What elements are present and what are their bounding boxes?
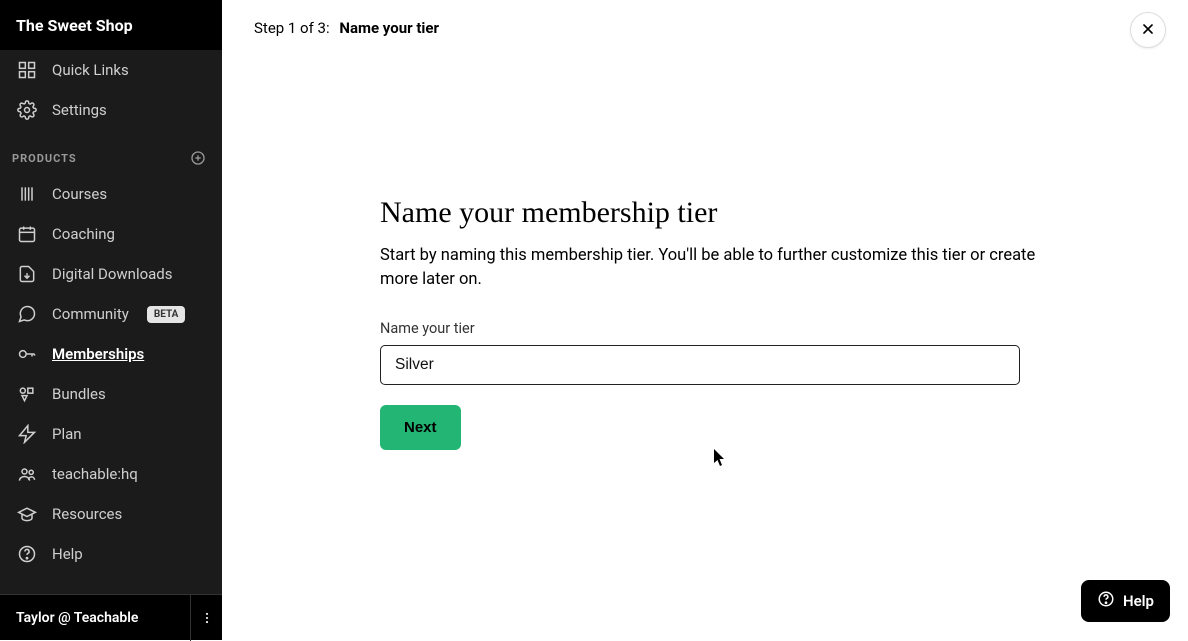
- close-icon: [1140, 21, 1156, 40]
- graduation-icon: [16, 503, 38, 525]
- sidebar-item-courses[interactable]: Courses: [0, 174, 222, 214]
- page-description: Start by naming this membership tier. Yo…: [380, 244, 1040, 292]
- sidebar-item-label: Bundles: [52, 385, 106, 403]
- cursor-icon: [713, 449, 727, 467]
- sidebar-item-label: Quick Links: [52, 61, 129, 79]
- sidebar-item-settings[interactable]: Settings: [0, 90, 222, 130]
- gear-icon: [16, 99, 38, 121]
- download-file-icon: [16, 263, 38, 285]
- field-label: Name your tier: [380, 320, 1042, 337]
- sidebar-item-help[interactable]: Help: [0, 534, 222, 574]
- sidebar-item-label: teachable:hq: [52, 465, 138, 483]
- sidebar-item-community[interactable]: Community BETA: [0, 294, 222, 334]
- footer-menu-button[interactable]: [190, 595, 222, 641]
- sidebar-item-digital-downloads[interactable]: Digital Downloads: [0, 254, 222, 294]
- sidebar-top-list: Quick Links Settings: [0, 50, 222, 130]
- step-counter: Step 1 of 3:: [254, 19, 330, 37]
- people-icon: [16, 463, 38, 485]
- next-button[interactable]: Next: [380, 405, 461, 450]
- sidebar-item-teachable-hq[interactable]: teachable:hq: [0, 454, 222, 494]
- close-button[interactable]: [1130, 12, 1166, 48]
- sidebar-item-quick-links[interactable]: Quick Links: [0, 50, 222, 90]
- grid-icon: [16, 59, 38, 81]
- help-label: Help: [1123, 592, 1154, 610]
- sidebar-item-label: Courses: [52, 185, 107, 203]
- lines-icon: [16, 183, 38, 205]
- sidebar-section-products: PRODUCTS: [0, 130, 222, 174]
- sidebar-item-label: Memberships: [52, 345, 144, 363]
- help-widget[interactable]: Help: [1081, 580, 1170, 622]
- bolt-icon: [16, 423, 38, 445]
- key-icon: [16, 343, 38, 365]
- sidebar-item-resources[interactable]: Resources: [0, 494, 222, 534]
- sidebar-products-list: Courses Coaching Digital Downloads: [0, 174, 222, 574]
- step-indicator: Step 1 of 3: Name your tier: [254, 19, 439, 37]
- calendar-icon: [16, 223, 38, 245]
- chat-icon: [16, 303, 38, 325]
- sidebar-item-label: Coaching: [52, 225, 115, 243]
- shapes-icon: [16, 383, 38, 405]
- main-content: Step 1 of 3: Name your tier Name your me…: [222, 0, 1188, 640]
- help-circle-icon: [1097, 590, 1115, 612]
- plus-circle-icon[interactable]: [190, 150, 206, 166]
- sidebar-item-label: Digital Downloads: [52, 265, 173, 283]
- sidebar-scroll[interactable]: Quick Links Settings PRODUCTS: [0, 50, 222, 594]
- sidebar-item-label: Community: [52, 305, 129, 323]
- beta-badge: BETA: [147, 306, 186, 323]
- sidebar: The Sweet Shop Quick Links Settings PRO: [0, 0, 222, 640]
- page-title: Name your membership tier: [380, 196, 1042, 230]
- sidebar-item-label: Resources: [52, 505, 122, 523]
- sidebar-item-label: Settings: [52, 101, 107, 119]
- tier-name-input[interactable]: [380, 345, 1020, 385]
- section-label: PRODUCTS: [12, 152, 77, 165]
- footer-user-name[interactable]: Taylor @ Teachable: [0, 610, 190, 626]
- sidebar-footer: Taylor @ Teachable: [0, 594, 222, 640]
- sidebar-item-label: Plan: [52, 425, 82, 443]
- form-area: Name your membership tier Start by namin…: [222, 56, 1042, 450]
- step-title: Name your tier: [339, 19, 439, 37]
- sidebar-item-plan[interactable]: Plan: [0, 414, 222, 454]
- school-title[interactable]: The Sweet Shop: [0, 0, 222, 50]
- sidebar-item-coaching[interactable]: Coaching: [0, 214, 222, 254]
- sidebar-item-label: Help: [52, 545, 83, 563]
- sidebar-item-bundles[interactable]: Bundles: [0, 374, 222, 414]
- sidebar-item-memberships[interactable]: Memberships: [0, 334, 222, 374]
- wizard-header: Step 1 of 3: Name your tier: [222, 0, 1188, 56]
- help-circle-icon: [16, 543, 38, 565]
